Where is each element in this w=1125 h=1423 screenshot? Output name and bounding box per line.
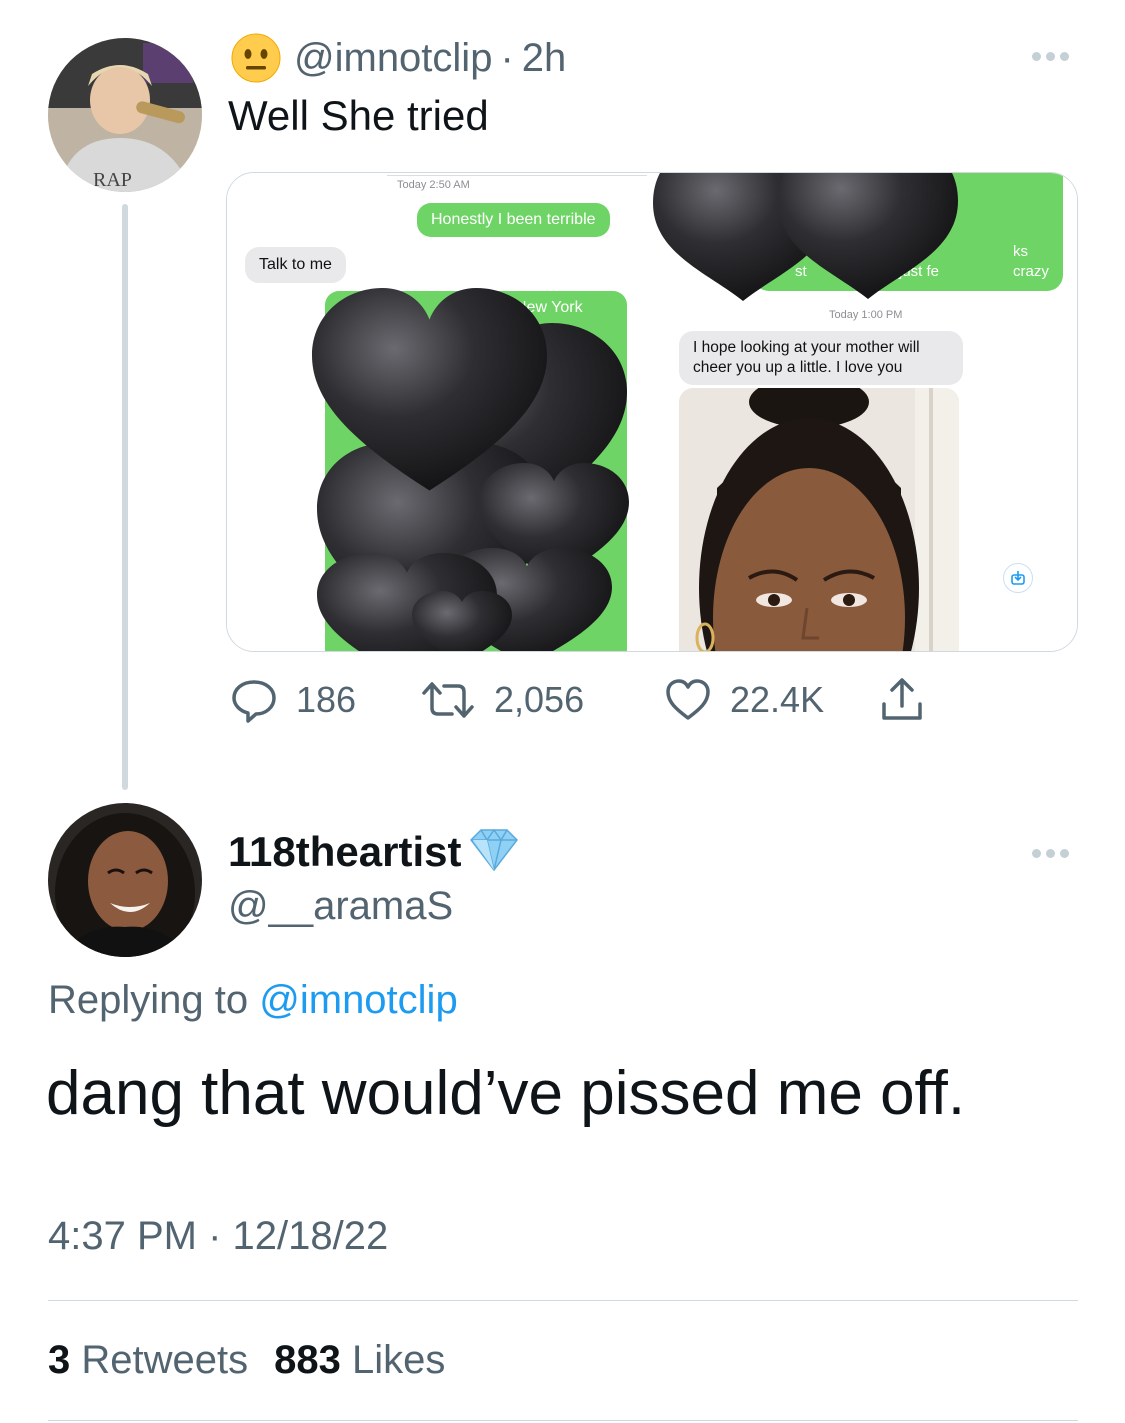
timestamp-separator: · — [208, 1214, 222, 1258]
reply-text: dang that would’ve pissed me off. — [46, 1059, 966, 1128]
tweet-author-avatar[interactable]: RAP — [48, 38, 202, 192]
replying-to-line: Replying to @imnotclip — [48, 978, 458, 1023]
photo-message[interactable] — [679, 388, 959, 651]
heart-icon — [664, 676, 712, 724]
reply-date: 12/18/22 — [232, 1214, 389, 1258]
share-action[interactable] — [880, 676, 924, 724]
thread-connector-line — [122, 204, 128, 790]
share-icon — [880, 676, 924, 724]
retweet-count: 2,056 — [494, 679, 585, 720]
reply-count: 186 — [296, 679, 357, 720]
avatar-image — [48, 803, 202, 957]
header-separator: · — [500, 35, 514, 80]
received-message-bubble-right: I hope looking at your mother will cheer… — [679, 331, 963, 385]
tweet-relative-time[interactable]: 2h — [522, 36, 567, 81]
reply-icon — [230, 676, 278, 724]
black-heart-emojis — [312, 288, 629, 651]
like-count: 22.4K — [730, 679, 825, 720]
tweet-header: @imnotclip · 2h — [230, 30, 566, 86]
likes-count: 883 — [274, 1338, 341, 1382]
neutral-face-emoji-icon — [230, 32, 282, 84]
reply-timestamp[interactable]: 4:37 PM · 12/18/22 — [48, 1214, 388, 1259]
avatar-image: RAP — [48, 38, 202, 192]
divider-top — [48, 1300, 1078, 1301]
reply-author-avatar[interactable] — [48, 803, 202, 957]
tweet-author-handle[interactable]: @imnotclip — [294, 36, 492, 81]
media-image-right[interactable]: st just fe ks crazy Today 1:00 PM I hope… — [653, 173, 1077, 651]
divider-bottom — [48, 1420, 1078, 1421]
portrait-photo — [679, 388, 959, 651]
message-timestamp-right: Today 1:00 PM — [829, 309, 903, 321]
diamond-emoji-icon — [467, 826, 521, 877]
reply-display-name[interactable]: 118theartist — [228, 828, 461, 876]
retweets-label: Retweets — [81, 1338, 249, 1382]
reply-display-name-row: 118theartist — [228, 826, 521, 877]
tweet-media[interactable]: Today 2:50 AM Honestly I been terrible T… — [226, 172, 1078, 652]
reply-action[interactable]: 186 — [230, 676, 420, 724]
likes-stat[interactable]: 883 Likes — [274, 1338, 445, 1383]
likes-label: Likes — [352, 1338, 446, 1382]
engagement-counts: 3 Retweets 883 Likes — [48, 1338, 445, 1383]
download-icon[interactable] — [1003, 563, 1033, 593]
retweet-action[interactable]: 2,056 — [420, 676, 664, 724]
retweets-count: 3 — [48, 1338, 71, 1382]
reply-time: 4:37 PM — [48, 1214, 197, 1258]
replying-to-handle[interactable]: @imnotclip — [259, 978, 457, 1022]
retweets-stat[interactable]: 3 Retweets — [48, 1338, 248, 1383]
retweet-icon — [420, 676, 476, 724]
reply-more-icon[interactable] — [1032, 849, 1069, 858]
black-heart-emojis-right — [653, 173, 958, 301]
svg-text:RAP: RAP — [93, 169, 132, 191]
like-action[interactable]: 22.4K — [664, 676, 880, 724]
media-image-left[interactable]: Today 2:50 AM Honestly I been terrible T… — [227, 173, 649, 651]
tweet-text: Well She tried — [228, 92, 489, 139]
tweet-actions: 186 2,056 22.4K — [230, 674, 924, 726]
tweet-more-icon[interactable] — [1032, 52, 1069, 61]
replying-to-prefix: Replying to — [48, 978, 249, 1022]
reply-author-handle[interactable]: @__aramaS — [228, 884, 453, 929]
